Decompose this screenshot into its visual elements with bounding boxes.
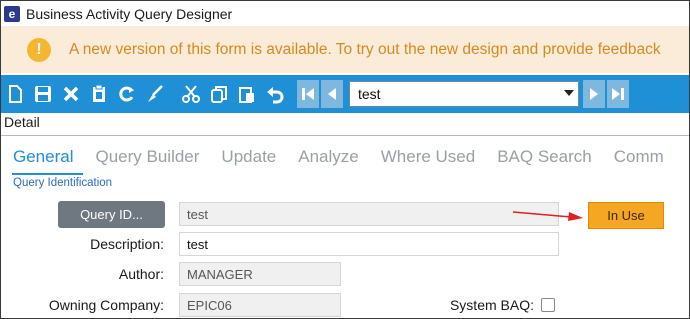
new-version-banner[interactable]: ! A new version of this form is availabl… [1,26,689,73]
annotation-arrow [512,211,583,221]
app-logo-icon: e [4,5,20,22]
in-use-button[interactable]: In Use [588,202,664,229]
panel-title: Detail [4,114,40,130]
tab-analyze[interactable]: Analyze [298,147,358,167]
system-baq-label: System BAQ: [449,297,534,313]
divider [1,135,689,136]
last-record-icon[interactable] [607,80,629,108]
window-title: Business Activity Query Designer [26,5,233,22]
undo-icon[interactable] [261,79,289,109]
title-bar: e Business Activity Query Designer [1,1,689,26]
app-window: e Business Activity Query Designer ! A n… [0,0,690,319]
chevron-down-icon[interactable] [564,90,574,96]
clipboard-icon[interactable] [85,79,113,109]
owning-company-field[interactable]: EPIC06 [179,293,341,317]
tab-general[interactable]: General [13,147,73,167]
toolbar: test [1,75,689,113]
refresh-icon[interactable] [113,79,141,109]
save-icon[interactable] [29,79,57,109]
warning-icon: ! [27,37,51,62]
next-record-icon[interactable] [583,80,605,108]
tab-where-used[interactable]: Where Used [381,147,475,167]
tab-query-builder[interactable]: Query Builder [95,147,199,167]
first-record-icon[interactable] [297,80,319,108]
new-icon[interactable] [1,79,29,109]
query-id-button[interactable]: Query ID... [58,201,165,228]
selected-query-value: test [358,86,381,102]
tab-comments[interactable]: Comm [614,147,664,167]
description-label: Description: [90,236,164,252]
delete-icon[interactable] [57,79,85,109]
author-field[interactable]: MANAGER [179,262,341,286]
paste-icon[interactable] [233,79,261,109]
group-title: Query Identification [13,177,113,189]
active-tab-indicator [12,173,83,175]
description-field[interactable]: test [179,232,559,256]
previous-record-icon[interactable] [321,80,343,108]
clear-icon[interactable] [141,79,169,109]
tab-baq-search[interactable]: BAQ Search [497,147,592,167]
query-selector-dropdown[interactable]: test [349,81,579,107]
system-baq-checkbox[interactable] [541,298,555,312]
cut-icon[interactable] [177,79,205,109]
banner-message: A new version of this form is available.… [69,40,661,58]
copy-icon[interactable] [205,79,233,109]
author-label: Author: [118,266,164,282]
owning-company-label: Owning Company: [48,297,164,313]
tab-update[interactable]: Update [221,147,276,167]
query-id-field[interactable]: test [179,202,559,226]
tab-bar: General Query Builder Update Analyze Whe… [13,147,686,167]
